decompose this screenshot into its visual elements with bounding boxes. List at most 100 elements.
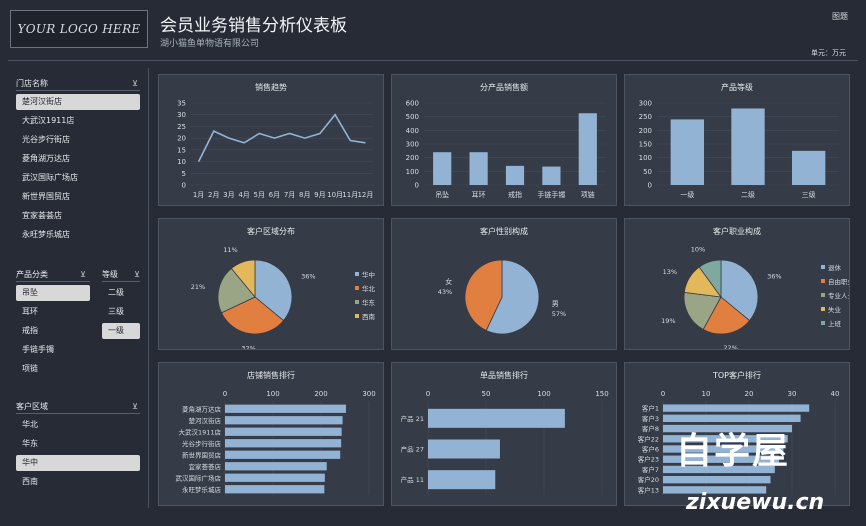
legend-label: 华北: [362, 284, 376, 293]
bar: [225, 485, 325, 494]
watermark-url: zixuewu.cn: [686, 490, 825, 515]
y-tick-label: 产品 11: [401, 475, 424, 484]
slicer-item[interactable]: 吊坠: [16, 285, 90, 301]
y-tick-label: 客户8: [642, 424, 659, 433]
bar: [225, 427, 342, 436]
y-tick-label: 35: [177, 100, 186, 108]
y-tick-label: 30: [177, 111, 186, 119]
data-label: 43%: [438, 288, 452, 296]
y-tick-label: 0: [415, 182, 419, 190]
bar: [428, 470, 496, 490]
slicer-item[interactable]: 新世界国贸店: [16, 189, 140, 205]
slicer-item[interactable]: 大武汉1911店: [16, 113, 140, 129]
slicer-item[interactable]: 菱角湖万达店: [16, 151, 140, 167]
data-label: 10%: [691, 245, 705, 253]
slicer-title: 客户区域: [16, 401, 140, 414]
y-tick-label: 客户13: [638, 485, 659, 494]
slicer-title: 产品分类: [16, 269, 90, 282]
legend-swatch: [821, 265, 825, 269]
slicer-item[interactable]: 华北: [16, 417, 140, 433]
legend-label: 西南: [362, 312, 376, 321]
data-label: 19%: [661, 317, 675, 325]
slicer-item[interactable]: 一级: [102, 323, 140, 339]
clear-filter-icon[interactable]: ⊻: [132, 402, 138, 411]
bar: [505, 165, 525, 185]
page-subtitle: 湖小猫鱼单物语有限公司: [160, 39, 260, 49]
chart-customer-gender: 客户性别构成 男 57% 女 43%: [391, 218, 617, 350]
bar: [225, 462, 327, 471]
x-tick-label: 100: [537, 390, 550, 398]
x-tick-label: 11月: [342, 191, 358, 199]
y-tick-label: 100: [406, 168, 419, 176]
x-tick-label: 300: [362, 390, 375, 398]
slicer-item[interactable]: 楚河汉街店: [16, 94, 140, 110]
y-tick-label: 客户3: [642, 414, 659, 423]
y-tick-label: 400: [406, 127, 419, 135]
x-tick-label: 7月: [284, 191, 295, 199]
bar: [433, 152, 452, 185]
logo: YOUR LOGO HERE: [10, 10, 148, 48]
slicer-item[interactable]: 二级: [102, 285, 140, 301]
slicer-item[interactable]: 耳环: [16, 304, 90, 320]
slicer-item[interactable]: 项链: [16, 361, 90, 377]
legend-label: 失业: [828, 305, 842, 314]
x-tick-label: 吊坠: [435, 190, 449, 199]
chart-product-ranking: 单品销售排行 0 50 100 150 产品 21 产品 27 产品 11: [391, 362, 617, 506]
y-tick-label: 20: [177, 135, 186, 143]
data-label: 36%: [301, 272, 315, 280]
data-label: 21%: [191, 283, 205, 291]
y-tick-label: 50: [643, 168, 652, 176]
y-tick-label: 客户20: [638, 475, 659, 484]
bar: [225, 473, 325, 482]
legend-label: 华中: [362, 270, 375, 279]
slicer-item[interactable]: 西南: [16, 474, 140, 490]
slicer-item[interactable]: 三级: [102, 304, 140, 320]
bar: [791, 150, 826, 185]
y-tick-label: 200: [406, 154, 419, 162]
y-tick-label: 大武汉1911店: [178, 427, 221, 436]
y-tick-label: 楚河汉街店: [189, 416, 222, 425]
y-tick-label: 15: [177, 146, 186, 154]
legend-swatch: [821, 307, 825, 311]
y-tick-label: 武汉国际广场店: [176, 473, 222, 482]
bar: [225, 439, 342, 448]
y-tick-label: 新世界国贸店: [182, 450, 222, 459]
unit-label: 单元：万元: [811, 49, 846, 57]
slicer-item[interactable]: 华东: [16, 436, 140, 452]
bar: [663, 475, 771, 484]
x-tick-label: 2月: [208, 191, 219, 199]
data-label: 57%: [552, 310, 566, 318]
sidebar-divider: [148, 68, 149, 508]
y-tick-label: 客户1: [642, 404, 659, 413]
chart-svg: 0 50 100 150 产品 21 产品 27 产品 11: [401, 390, 609, 495]
slicer-region: 客户区域 ⊻ 华北华东华中西南: [16, 401, 140, 490]
slicer-item[interactable]: 宜家荟荟店: [16, 208, 140, 224]
slicer-item[interactable]: 光谷步行街店: [16, 132, 140, 148]
y-tick-label: 宜家荟荟店: [189, 462, 222, 471]
x-tick-label: 9月: [314, 191, 325, 199]
bar: [428, 408, 565, 428]
data-label: 11%: [223, 246, 237, 254]
x-tick-label: 40: [831, 390, 840, 398]
slicer-store: 门店名称 ⊻ 楚河汉街店 大武汉1911店 光谷步行街店 菱角湖万达店 武汉国际广场店新…: [16, 78, 140, 243]
slicer-item[interactable]: 戒指: [16, 323, 90, 339]
legend-swatch: [355, 286, 359, 290]
y-tick-label: 客户23: [638, 455, 659, 464]
slicer-category: 产品分类 ⊻ 吊坠耳环戒指手链手镯项链: [16, 269, 90, 377]
slicer-item[interactable]: 华中: [16, 455, 140, 471]
slicer-item[interactable]: 手链手镯: [16, 342, 90, 358]
x-tick-label: 100: [266, 390, 279, 398]
chart-store-ranking: 店铺销售排行 0 100 200 300 菱角湖万达店 楚河汉街店 大武汉1911店 光谷步行…: [158, 362, 384, 506]
legend-swatch: [355, 272, 359, 276]
clear-filter-icon[interactable]: ⊻: [134, 270, 140, 279]
y-tick-label: 200: [639, 127, 652, 135]
slicer-item[interactable]: 永旺梦乐城店: [16, 227, 140, 243]
clear-filter-icon[interactable]: ⊻: [80, 270, 86, 279]
legend-label: 退休: [828, 263, 842, 272]
x-tick-label: 三级: [802, 190, 816, 199]
y-tick-label: 产品 27: [401, 445, 424, 454]
legend-label: 自由职业: [828, 277, 849, 286]
slicer-item[interactable]: 武汉国际广场店: [16, 170, 140, 186]
y-tick-label: 100: [639, 154, 652, 162]
clear-filter-icon[interactable]: ⊻: [132, 79, 138, 88]
